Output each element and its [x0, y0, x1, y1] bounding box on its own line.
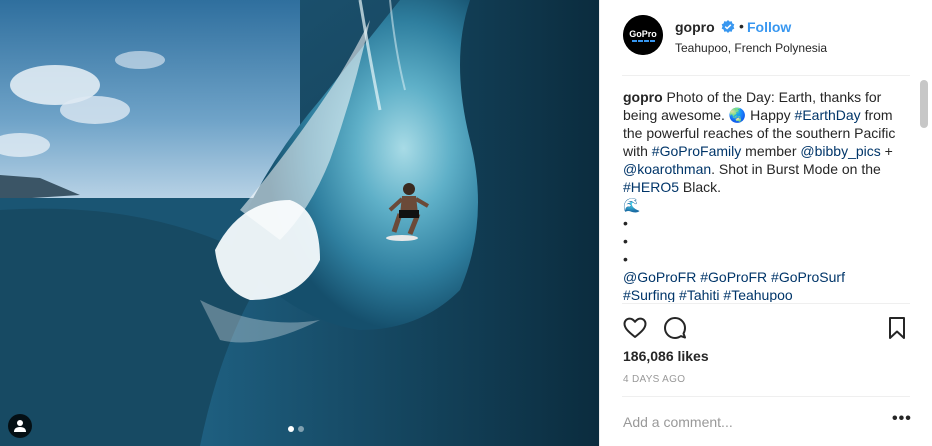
divider	[622, 303, 910, 304]
caption-author-link[interactable]: gopro	[623, 89, 663, 105]
caption-text: Photo of the Day: Earth, thanks for bein…	[623, 89, 895, 302]
caption-fragment: 🌏	[728, 107, 747, 123]
hashtag-link[interactable]: #Surfing	[623, 287, 675, 302]
caption-fragment: member	[741, 143, 801, 159]
caption-fragment: +	[880, 143, 893, 159]
hashtag-link[interactable]: #Teahupoo	[723, 287, 792, 302]
post-header: GoPro gopro • Follow Teahupoo, French Po…	[600, 0, 932, 76]
caption-fragment: •	[623, 215, 628, 231]
caption-fragment: 🌊	[623, 197, 641, 213]
hashtag-link[interactable]: #GoProFamily	[652, 143, 741, 159]
post-caption: gopro Photo of the Day: Earth, thanks fo…	[623, 88, 905, 302]
heart-icon[interactable]	[622, 315, 648, 341]
avatar-logo-text: GoPro	[629, 29, 657, 39]
carousel-indicator	[288, 426, 304, 432]
mention-link[interactable]: @koarothman	[623, 161, 711, 177]
hashtag-link[interactable]: #HERO5	[623, 179, 679, 195]
hashtag-link[interactable]: #GoProSurf	[771, 269, 845, 285]
hashtag-link[interactable]: #EarthDay	[795, 107, 861, 123]
hashtag-link[interactable]: #GoProFR	[700, 269, 767, 285]
caption-scrollbar[interactable]	[920, 80, 928, 128]
hashtag-link[interactable]: #Tahiti	[679, 287, 719, 302]
post-actions	[600, 310, 932, 344]
caption-fragment: Happy	[746, 107, 795, 123]
more-options-icon[interactable]: •••	[892, 410, 912, 428]
divider	[622, 75, 910, 76]
mention-link[interactable]: @GoProFR	[623, 269, 696, 285]
caption-fragment: Black.	[679, 179, 722, 195]
follow-button[interactable]: Follow	[747, 19, 791, 35]
user-tag-icon[interactable]	[8, 414, 32, 438]
avatar[interactable]: GoPro	[623, 15, 663, 55]
caption-fragment: •	[623, 233, 628, 249]
location-link[interactable]: Teahupoo, French Polynesia	[675, 41, 827, 55]
bookmark-icon[interactable]	[884, 315, 910, 341]
caption-fragment: •	[623, 251, 628, 267]
divider	[622, 396, 910, 397]
comment-bubble-icon[interactable]	[662, 315, 688, 341]
carousel-dot-active[interactable]	[288, 426, 294, 432]
surfer-barrel-wave-image	[0, 0, 599, 446]
instagram-post: GoPro gopro • Follow Teahupoo, French Po…	[0, 0, 932, 446]
verified-badge-icon	[721, 20, 735, 33]
username-link[interactable]: gopro	[675, 19, 715, 35]
comment-input[interactable]	[623, 412, 853, 432]
post-photo[interactable]	[0, 0, 599, 446]
caption-fragment: . Shot in Burst Mode on the	[711, 161, 881, 177]
header-separator: •	[739, 18, 744, 34]
like-count[interactable]: 186,086 likes	[623, 348, 709, 364]
post-timestamp[interactable]: 4 DAYS AGO	[623, 374, 685, 385]
post-side-panel: GoPro gopro • Follow Teahupoo, French Po…	[599, 0, 932, 446]
carousel-dot[interactable]	[298, 426, 304, 432]
mention-link[interactable]: @bibby_pics	[800, 143, 880, 159]
